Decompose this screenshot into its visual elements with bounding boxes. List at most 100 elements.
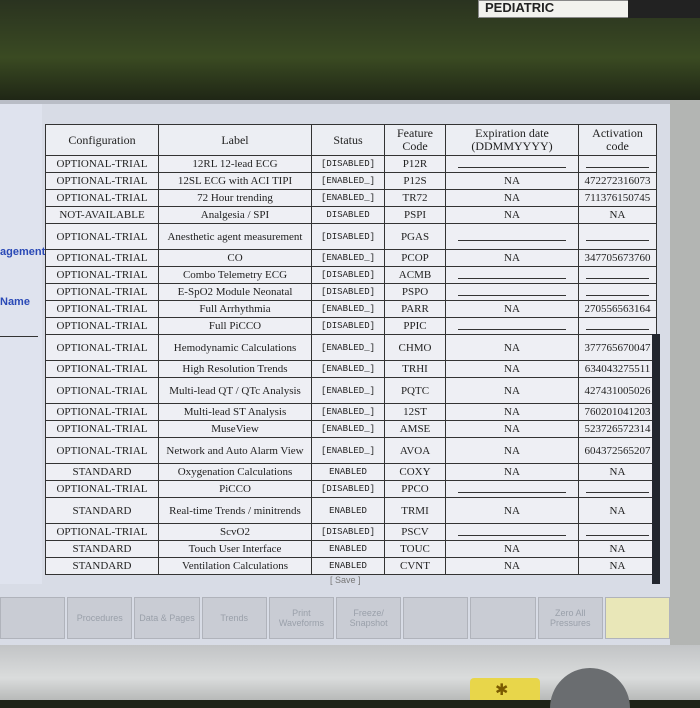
row-expiration[interactable]: NA — [445, 420, 579, 438]
row-activation-code[interactable] — [578, 283, 657, 301]
table-row[interactable]: OPTIONAL-TRIAL PiCCO [DISABLED] PPCO — [45, 480, 657, 498]
toolbar-button[interactable]: Trends — [201, 597, 267, 639]
table-row[interactable]: OPTIONAL-TRIAL ScvO2 [DISABLED] PSCV — [45, 523, 657, 541]
row-status: ENABLED — [311, 557, 385, 575]
row-activation-code[interactable] — [578, 480, 657, 498]
toolbar-button[interactable]: Data & Pages — [134, 597, 200, 639]
row-expiration[interactable]: NA — [445, 300, 579, 318]
row-activation-code[interactable]: 523726572314 — [578, 420, 657, 438]
row-status: [ENABLED_] — [311, 172, 385, 190]
row-configuration: STANDARD — [45, 497, 159, 524]
row-expiration[interactable]: NA — [445, 334, 579, 361]
table-row[interactable]: OPTIONAL-TRIAL Combo Telemetry ECG [DISABL… — [45, 266, 657, 284]
row-expiration[interactable] — [445, 223, 579, 250]
table-row[interactable]: NOT-AVAILABLE Analgesia / SPI DISABLED PSPI… — [45, 206, 657, 224]
row-label: Full PiCCO — [158, 317, 312, 335]
row-expiration[interactable] — [445, 523, 579, 541]
row-activation-code[interactable]: 347705673760 — [578, 249, 657, 267]
row-activation-code[interactable]: 377765670047 — [578, 334, 657, 361]
table-row[interactable]: OPTIONAL-TRIAL Full PiCCO [DISABLED] PPIC — [45, 317, 657, 335]
row-activation-code[interactable]: NA — [578, 497, 657, 524]
row-feature-code: TR72 — [384, 189, 446, 207]
row-activation-code[interactable]: NA — [578, 540, 657, 558]
table-row[interactable]: OPTIONAL-TRIAL Network and Auto Alarm Vie… — [45, 437, 657, 464]
table-row[interactable]: OPTIONAL-TRIAL 12SL ECG with ACI TIPI [ENA… — [45, 172, 657, 190]
row-expiration[interactable]: NA — [445, 403, 579, 421]
row-activation-code[interactable] — [578, 523, 657, 541]
row-feature-code: CVNT — [384, 557, 446, 575]
row-configuration: OPTIONAL-TRIAL — [45, 249, 159, 267]
table-row[interactable]: OPTIONAL-TRIAL Multi-lead QT / QTc Analys… — [45, 377, 657, 404]
row-activation-code[interactable] — [578, 266, 657, 284]
table-row[interactable]: OPTIONAL-TRIAL 12RL 12-lead ECG [DISABLED]… — [45, 155, 657, 173]
table-row[interactable]: OPTIONAL-TRIAL Multi-lead ST Analysis [ENA… — [45, 403, 657, 421]
row-expiration[interactable] — [445, 480, 579, 498]
row-expiration[interactable]: NA — [445, 249, 579, 267]
row-label: Multi-lead QT / QTc Analysis — [158, 377, 312, 404]
left-divider — [0, 336, 38, 337]
row-expiration[interactable]: NA — [445, 377, 579, 404]
table-row[interactable]: OPTIONAL-TRIAL Anesthetic agent measureme… — [45, 223, 657, 250]
row-activation-code[interactable]: NA — [578, 206, 657, 224]
row-feature-code: PQTC — [384, 377, 446, 404]
row-activation-code[interactable] — [578, 223, 657, 250]
row-activation-code[interactable]: 604372565207 — [578, 437, 657, 464]
row-activation-code[interactable]: 270556563164 — [578, 300, 657, 318]
row-expiration[interactable]: NA — [445, 206, 579, 224]
row-activation-code[interactable]: 634043275511 — [578, 360, 657, 378]
row-expiration[interactable]: NA — [445, 557, 579, 575]
table-row[interactable]: OPTIONAL-TRIAL Full Arrhythmia [ENABLED_] P… — [45, 300, 657, 318]
table-row[interactable]: OPTIONAL-TRIAL CO [ENABLED_] PCOP NA 34770567… — [45, 249, 657, 267]
row-expiration[interactable]: NA — [445, 540, 579, 558]
row-expiration[interactable]: NA — [445, 437, 579, 464]
row-status: [DISABLED] — [311, 283, 385, 301]
table-row[interactable]: STANDARD Oxygenation Calculations ENABLED C… — [45, 463, 657, 481]
table-header-row: Configuration Label Status Feature Code … — [45, 124, 657, 156]
row-feature-code: 12ST — [384, 403, 446, 421]
save-button[interactable]: [ Save ] — [330, 575, 361, 585]
row-activation-code[interactable] — [578, 317, 657, 335]
row-expiration[interactable]: NA — [445, 497, 579, 524]
row-expiration[interactable]: NA — [445, 172, 579, 190]
row-expiration[interactable]: NA — [445, 360, 579, 378]
row-expiration[interactable]: NA — [445, 189, 579, 207]
left-menu-name[interactable]: Name — [0, 296, 30, 308]
row-activation-code[interactable]: 711376150745 — [578, 189, 657, 207]
row-activation-code[interactable]: NA — [578, 557, 657, 575]
table-row[interactable]: OPTIONAL-TRIAL MuseView [ENABLED_] AMSE NA 52… — [45, 420, 657, 438]
row-activation-code[interactable]: 760201041203 — [578, 403, 657, 421]
table-row[interactable]: OPTIONAL-TRIAL 72 Hour trending [ENABLED_]… — [45, 189, 657, 207]
left-menu-management[interactable]: agement — [0, 246, 45, 258]
toolbar-button[interactable] — [0, 597, 66, 639]
table-row[interactable]: OPTIONAL-TRIAL E-SpO2 Module Neonatal [DIS… — [45, 283, 657, 301]
toolbar-button[interactable]: Zero All Pressures — [537, 597, 603, 639]
toolbar-button[interactable]: Freeze/ Snapshot — [336, 597, 402, 639]
row-expiration[interactable] — [445, 155, 579, 173]
row-activation-code[interactable] — [578, 155, 657, 173]
row-label: Multi-lead ST Analysis — [158, 403, 312, 421]
toolbar-button[interactable] — [604, 597, 671, 639]
toolbar-button[interactable] — [403, 597, 469, 639]
row-expiration[interactable]: NA — [445, 463, 579, 481]
toolbar-button[interactable] — [470, 597, 536, 639]
row-expiration[interactable] — [445, 283, 579, 301]
table-scrollbar[interactable] — [652, 334, 660, 584]
row-activation-code[interactable]: 427431005026 — [578, 377, 657, 404]
table-row[interactable]: OPTIONAL-TRIAL Hemodynamic Calculations [E… — [45, 334, 657, 361]
table-row[interactable]: STANDARD Real-time Trends / minitrends ENA… — [45, 497, 657, 524]
toolbar-button[interactable]: Procedures — [67, 597, 133, 639]
row-feature-code: P12S — [384, 172, 446, 190]
row-configuration: OPTIONAL-TRIAL — [45, 283, 159, 301]
row-label: E-SpO2 Module Neonatal — [158, 283, 312, 301]
row-activation-code[interactable]: 472272316073 — [578, 172, 657, 190]
row-label: ScvO2 — [158, 523, 312, 541]
table-row[interactable]: STANDARD Touch User Interface ENABLED TOUC N… — [45, 540, 657, 558]
row-status: ENABLED — [311, 463, 385, 481]
row-expiration[interactable] — [445, 317, 579, 335]
row-activation-code[interactable]: NA — [578, 463, 657, 481]
top-right-panel — [628, 0, 700, 18]
table-row[interactable]: OPTIONAL-TRIAL High Resolution Trends [ENA… — [45, 360, 657, 378]
toolbar-button[interactable]: Print Waveforms — [268, 597, 335, 639]
row-expiration[interactable] — [445, 266, 579, 284]
table-row[interactable]: STANDARD Ventilation Calculations ENABLED C… — [45, 557, 657, 575]
